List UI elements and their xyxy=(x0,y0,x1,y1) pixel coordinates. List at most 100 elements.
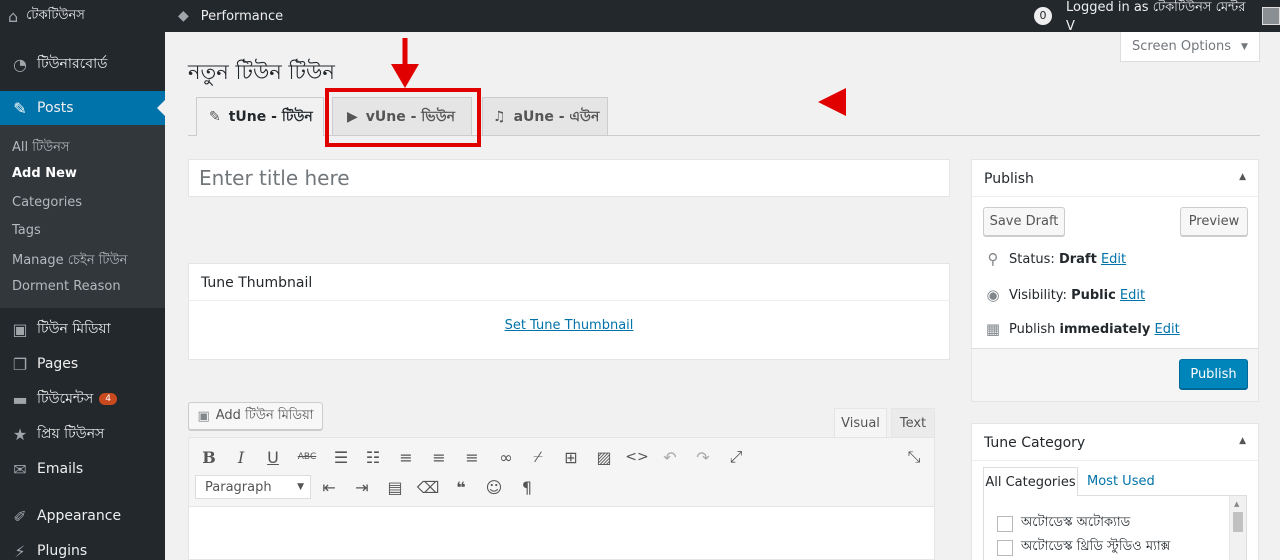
category-checkbox[interactable] xyxy=(997,539,1013,556)
dashboard-icon: ◔ xyxy=(13,54,27,74)
publish-schedule-row: ▦ Publish immediately Edit xyxy=(983,320,1180,338)
sidebar-item-plugins[interactable]: ⚡ Plugins xyxy=(0,536,165,560)
caret-down-icon: ▼ xyxy=(1241,41,1248,52)
title-input[interactable]: Enter title here xyxy=(188,159,950,197)
category-item[interactable]: অটোডেস্ক থ্রিডি স্টুডিও ম্যাক্স xyxy=(997,537,1170,558)
link-icon[interactable]: ∞ xyxy=(495,446,517,468)
divider xyxy=(972,196,1258,197)
active-arrow xyxy=(157,100,165,116)
publish-status-row: ⚲ Status: Draft Edit xyxy=(983,250,1127,268)
submenu-all-tunes[interactable]: All টিউনস xyxy=(12,138,70,159)
align-left-icon[interactable]: ≡ xyxy=(395,446,417,468)
paragraph-icon[interactable]: ¶ xyxy=(516,476,538,498)
annotation-arrow-down xyxy=(391,38,419,88)
sidebar-item-emails[interactable]: ✉ Emails xyxy=(0,454,165,484)
posts-submenu: All টিউনস Add New Categories Tags Manage… xyxy=(0,125,165,308)
tab-most-used[interactable]: Most Used xyxy=(1087,474,1155,489)
align-right-icon[interactable]: ≡ xyxy=(461,446,483,468)
submenu-categories[interactable]: Categories xyxy=(12,195,82,210)
scrollbar[interactable]: ▲ xyxy=(1229,496,1246,560)
email-icon: ✉ xyxy=(13,459,27,479)
cube-icon: ◆ xyxy=(178,8,189,24)
edit-visibility-link[interactable]: Edit xyxy=(1120,288,1145,303)
edit-status-link[interactable]: Edit xyxy=(1101,252,1126,267)
submenu-dorment-reason[interactable]: Dorment Reason xyxy=(12,279,121,294)
category-item[interactable]: অটোডেস্ক অটোক্যাড xyxy=(997,513,1130,534)
sidebar-item-media[interactable]: ▣ টিউন মিডিয়া xyxy=(0,314,165,344)
save-draft-button[interactable]: Save Draft xyxy=(983,207,1065,236)
scroll-up-icon[interactable]: ▲ xyxy=(1234,500,1239,508)
redo-icon[interactable]: ↷ xyxy=(692,446,714,468)
tab-all-categories[interactable]: All Categories xyxy=(983,467,1078,496)
submenu-tags[interactable]: Tags xyxy=(12,223,41,238)
tab-audio[interactable]: ♫ aUne - এউন xyxy=(482,97,608,135)
media-icon: ▣ xyxy=(197,408,210,424)
site-name-link[interactable]: ⌂ টেকটিউনস xyxy=(8,0,85,32)
publish-visibility-row: ◉ Visibility: Public Edit xyxy=(983,286,1145,304)
divider xyxy=(189,300,949,301)
submenu-manage-chain[interactable]: Manage চেইন টিউন xyxy=(12,251,127,272)
tab-tune[interactable]: ✎ tUne - টিউন xyxy=(196,97,324,136)
collapse-arrow-icon[interactable]: ▲ xyxy=(1239,172,1246,182)
indent-icon[interactable]: ⇥ xyxy=(351,476,373,498)
visual-tab[interactable]: Visual xyxy=(834,408,887,437)
image-icon[interactable]: ▨ xyxy=(593,446,615,468)
preview-button[interactable]: Preview xyxy=(1180,207,1248,236)
unlink-icon[interactable]: ⌿ xyxy=(527,446,549,468)
admin-bar: ⌂ টেকটিউনস ◆ Performance 0 Logged in as … xyxy=(0,0,1280,34)
publish-heading: Publish xyxy=(984,171,1034,187)
edit-schedule-link[interactable]: Edit xyxy=(1155,322,1180,337)
my-account-link[interactable]: Logged in as টেকটিউনস মেন্টর V xyxy=(1066,0,1280,34)
category-checkbox[interactable] xyxy=(997,515,1013,532)
toolbar-toggle-icon[interactable]: ⤡ xyxy=(903,446,925,468)
sidebar-item-pages[interactable]: ❐ Pages xyxy=(0,349,165,379)
sidebar-item-appearance[interactable]: ✐ Appearance xyxy=(0,501,165,531)
eraser-icon[interactable]: ⌫ xyxy=(417,476,440,498)
sidebar-item-posts[interactable]: ✎ Posts xyxy=(0,91,165,125)
outdent-icon[interactable]: ⇤ xyxy=(318,476,340,498)
strikethrough-icon[interactable]: ABC xyxy=(296,446,318,468)
sidebar-item-favorites[interactable]: ★ প্রিয় টিউনস xyxy=(0,419,165,449)
set-tune-thumbnail-link[interactable]: Set Tune Thumbnail xyxy=(189,318,949,333)
bullet-list-icon[interactable]: ☰ xyxy=(330,446,352,468)
publish-button[interactable]: Publish xyxy=(1179,359,1248,389)
sidebar-item-comments[interactable]: ▬ টিউমেন্টস 4 xyxy=(0,384,165,414)
numbered-list-icon[interactable]: ☷ xyxy=(362,446,384,468)
comments-bubble[interactable]: 0 xyxy=(1034,0,1052,32)
bold-icon[interactable]: B xyxy=(198,446,220,468)
undo-icon[interactable]: ↶ xyxy=(659,446,681,468)
sidebar-item-dashboard[interactable]: ◔ টিউনারবোর্ড xyxy=(0,49,165,79)
avatar xyxy=(1262,7,1280,25)
admin-sidebar: ◔ টিউনারবোর্ড ✎ Posts All টিউনস Add New … xyxy=(0,32,165,560)
music-icon: ♫ xyxy=(493,108,506,125)
text-tab[interactable]: Text xyxy=(891,408,935,437)
emoji-icon[interactable]: ☺ xyxy=(483,476,505,498)
comments-badge: 4 xyxy=(99,393,117,405)
editor-content-area[interactable] xyxy=(188,507,935,560)
underline-icon[interactable]: U xyxy=(262,446,284,468)
performance-link[interactable]: ◆ Performance xyxy=(178,0,283,32)
plug-icon: ⚡ xyxy=(14,541,26,560)
tune-thumbnail-box: Tune Thumbnail Set Tune Thumbnail xyxy=(188,263,950,360)
divider xyxy=(972,460,1258,461)
scrollbar-thumb[interactable] xyxy=(1233,512,1243,532)
collapse-arrow-icon[interactable]: ▲ xyxy=(1239,436,1246,446)
fullscreen-icon[interactable]: ⤢ xyxy=(725,446,747,468)
pages-icon: ❐ xyxy=(12,354,28,374)
code-icon[interactable]: <> xyxy=(625,446,648,468)
add-media-button[interactable]: ▣ Add টিউন মিডিয়া xyxy=(188,402,323,430)
pin-icon: ⚲ xyxy=(987,250,999,268)
screen-options-button[interactable]: Screen Options ▼ xyxy=(1120,32,1260,62)
tune-thumbnail-heading: Tune Thumbnail xyxy=(201,275,313,291)
caret-down-icon: ▼ xyxy=(297,482,304,492)
brush-icon: ✐ xyxy=(13,506,27,526)
italic-icon[interactable]: I xyxy=(230,446,252,468)
binoculars-icon[interactable]: ⊞ xyxy=(560,446,582,468)
pin-icon: ✎ xyxy=(209,109,221,125)
paste-text-icon[interactable]: ▤ xyxy=(384,476,406,498)
eye-icon: ◉ xyxy=(986,286,1000,304)
format-select[interactable]: Paragraph ▼ xyxy=(195,475,311,499)
blockquote-icon[interactable]: ❝ xyxy=(450,476,472,498)
submenu-add-new[interactable]: Add New xyxy=(12,166,77,181)
align-center-icon[interactable]: ≡ xyxy=(428,446,450,468)
